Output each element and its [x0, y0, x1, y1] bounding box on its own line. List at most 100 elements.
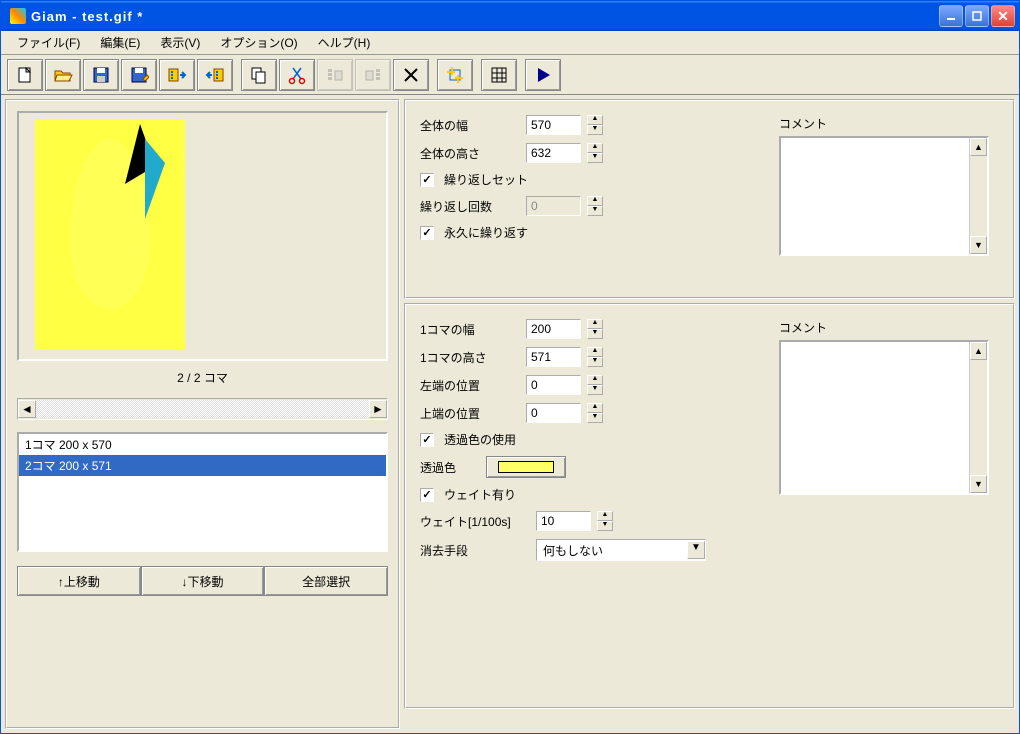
delete-button[interactable] — [393, 59, 429, 91]
menu-file[interactable]: ファイル(F) — [7, 32, 90, 53]
frame-left-input[interactable] — [526, 375, 581, 395]
frame-item[interactable]: 1コマ 200 x 570 — [19, 434, 386, 455]
spin-up[interactable]: ▲ — [587, 375, 603, 385]
export-button[interactable] — [197, 59, 233, 91]
loop-forever-checkbox[interactable] — [420, 226, 434, 240]
spin-down[interactable]: ▼ — [587, 385, 603, 395]
wait-on-checkbox[interactable] — [420, 488, 434, 502]
menu-options[interactable]: オプション(O) — [210, 32, 307, 53]
content: 2 / 2 コマ ◄ ► 1コマ 200 x 570 2コマ 200 x 571… — [1, 95, 1019, 733]
frame-comment-label: コメント — [779, 319, 999, 336]
main-window: Giam - test.gif * ✕ ファイル(F) 編集(E) 表示(V) … — [0, 0, 1020, 734]
paste-after-button[interactable] — [355, 59, 391, 91]
transparent-use-checkbox[interactable] — [420, 433, 434, 447]
loop-count-input[interactable] — [526, 196, 581, 216]
copy-button[interactable] — [241, 59, 277, 91]
cut-button[interactable] — [279, 59, 315, 91]
loop-set-checkbox[interactable] — [420, 173, 434, 187]
frame-width-label: 1コマの幅 — [420, 321, 520, 338]
spin-up[interactable]: ▲ — [597, 511, 613, 521]
right-panel: 全体の幅▲▼ 全体の高さ▲▼ 繰り返しセット 繰り返し回数▲▼ 永久に繰り返す … — [404, 99, 1015, 729]
scroll-down-icon[interactable]: ▼ — [970, 475, 987, 493]
scroll-up-icon[interactable]: ▲ — [970, 342, 987, 360]
toolbar — [1, 55, 1019, 95]
scroll-right-button[interactable]: ► — [369, 400, 387, 418]
spin-down[interactable]: ▼ — [587, 153, 603, 163]
spin-up[interactable]: ▲ — [587, 143, 603, 153]
scroll-track[interactable] — [36, 400, 369, 418]
frame-scrollbar[interactable]: ◄ ► — [17, 398, 388, 420]
minimize-button[interactable] — [939, 5, 963, 27]
app-icon — [10, 8, 26, 24]
loop-set-label: 繰り返しセット — [444, 171, 528, 188]
left-panel: 2 / 2 コマ ◄ ► 1コマ 200 x 570 2コマ 200 x 571… — [5, 99, 400, 729]
transparent-color-button[interactable] — [486, 456, 566, 478]
dispose-value: 何もしない — [537, 542, 687, 559]
spin-down[interactable]: ▼ — [587, 329, 603, 339]
global-comment-label: コメント — [779, 115, 999, 132]
transparent-color-label: 透過色 — [420, 459, 480, 476]
move-up-button[interactable]: ↑上移動 — [17, 566, 141, 596]
spin-down[interactable]: ▼ — [587, 125, 603, 135]
play-button[interactable] — [525, 59, 561, 91]
window-title: Giam - test.gif * — [31, 9, 939, 24]
close-button[interactable]: ✕ — [991, 5, 1015, 27]
color-swatch — [498, 461, 554, 473]
wait-label: ウェイト[1/100s] — [420, 513, 530, 530]
menubar: ファイル(F) 編集(E) 表示(V) オプション(O) ヘルプ(H) — [1, 31, 1019, 55]
loop-count-label: 繰り返し回数 — [420, 198, 520, 215]
dispose-combo[interactable]: 何もしない▼ — [536, 539, 706, 561]
scroll-left-button[interactable]: ◄ — [18, 400, 36, 418]
preview-area — [17, 111, 388, 361]
frame-top-label: 上端の位置 — [420, 405, 520, 422]
frame-height-label: 1コマの高さ — [420, 349, 520, 366]
frame-counter: 2 / 2 コマ — [17, 361, 388, 394]
global-height-input[interactable] — [526, 143, 581, 163]
frame-top-input[interactable] — [526, 403, 581, 423]
import-button[interactable] — [159, 59, 195, 91]
spin-down[interactable]: ▼ — [597, 521, 613, 531]
select-all-button[interactable]: 全部選択 — [264, 566, 388, 596]
spin-down[interactable]: ▼ — [587, 413, 603, 423]
saveas-button[interactable] — [121, 59, 157, 91]
new-button[interactable] — [7, 59, 43, 91]
global-height-label: 全体の高さ — [420, 145, 520, 162]
maximize-button[interactable] — [965, 5, 989, 27]
open-button[interactable] — [45, 59, 81, 91]
grid-button[interactable] — [481, 59, 517, 91]
spin-down[interactable]: ▼ — [587, 357, 603, 367]
menu-edit[interactable]: 編集(E) — [90, 32, 150, 53]
frame-list[interactable]: 1コマ 200 x 570 2コマ 200 x 571 — [17, 432, 388, 552]
scroll-down-icon[interactable]: ▼ — [970, 236, 987, 254]
menu-help[interactable]: ヘルプ(H) — [308, 32, 381, 53]
paste-before-button[interactable] — [317, 59, 353, 91]
global-width-input[interactable] — [526, 115, 581, 135]
frame-left-label: 左端の位置 — [420, 377, 520, 394]
save-button[interactable] — [83, 59, 119, 91]
dispose-label: 消去手段 — [420, 542, 530, 559]
frame-comment-input[interactable]: ▲▼ — [779, 340, 989, 495]
spin-up[interactable]: ▲ — [587, 196, 603, 206]
spin-down[interactable]: ▼ — [587, 206, 603, 216]
global-width-label: 全体の幅 — [420, 117, 520, 134]
spin-up[interactable]: ▲ — [587, 319, 603, 329]
chevron-down-icon[interactable]: ▼ — [687, 541, 705, 559]
move-down-button[interactable]: ↓下移動 — [141, 566, 265, 596]
spin-up[interactable]: ▲ — [587, 347, 603, 357]
spin-up[interactable]: ▲ — [587, 403, 603, 413]
spin-up[interactable]: ▲ — [587, 115, 603, 125]
preview-image — [35, 119, 185, 349]
loop-forever-label: 永久に繰り返す — [444, 224, 528, 241]
scroll-up-icon[interactable]: ▲ — [970, 138, 987, 156]
titlebar[interactable]: Giam - test.gif * ✕ — [1, 1, 1019, 31]
global-comment-input[interactable]: ▲▼ — [779, 136, 989, 256]
frame-height-input[interactable] — [526, 347, 581, 367]
frame-width-input[interactable] — [526, 319, 581, 339]
wait-on-label: ウェイト有り — [444, 486, 516, 503]
crop-button[interactable] — [437, 59, 473, 91]
wait-input[interactable] — [536, 511, 591, 531]
frame-item[interactable]: 2コマ 200 x 571 — [19, 455, 386, 476]
transparent-use-label: 透過色の使用 — [444, 431, 516, 448]
global-panel: 全体の幅▲▼ 全体の高さ▲▼ 繰り返しセット 繰り返し回数▲▼ 永久に繰り返す … — [404, 99, 1015, 299]
menu-view[interactable]: 表示(V) — [150, 32, 210, 53]
